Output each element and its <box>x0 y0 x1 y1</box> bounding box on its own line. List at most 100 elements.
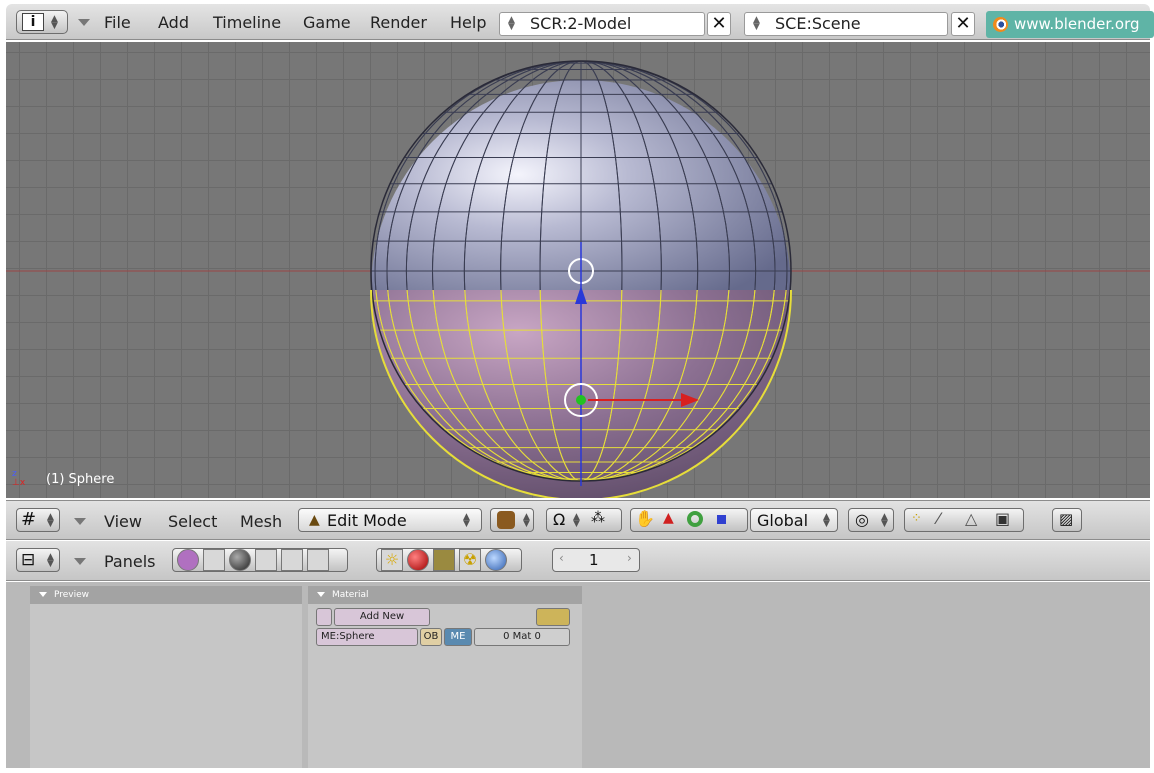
sub-context-buttons-group: ☼ ☢ <box>376 548 522 572</box>
3d-viewport[interactable]: z ⊥x (1) Sphere <box>6 42 1150 498</box>
rotate-icon[interactable] <box>687 511 703 527</box>
collapse-menu-icon[interactable] <box>74 518 86 525</box>
script-icon[interactable] <box>203 549 225 571</box>
editor-type-selector[interactable]: ⊟ ▲ ▼ <box>16 548 60 572</box>
info-icon: i <box>22 13 44 31</box>
material-icon[interactable] <box>407 549 429 571</box>
delete-screen-button[interactable]: ✕ <box>707 12 731 36</box>
menu-file[interactable]: File <box>104 13 131 32</box>
shading-icon[interactable] <box>229 549 251 571</box>
face-select-icon[interactable]: △ <box>965 509 977 528</box>
blender-website-link[interactable]: www.blender.org <box>986 11 1154 38</box>
menu-select[interactable]: Select <box>168 512 217 531</box>
updown-icon: ▲ ▼ <box>51 14 58 31</box>
screen-name: SCR:2-Model <box>530 14 632 33</box>
menu-view[interactable]: View <box>104 512 142 531</box>
menu-timeline[interactable]: Timeline <box>213 13 281 32</box>
scale-icon[interactable] <box>717 515 726 524</box>
preview-panel-header[interactable]: Preview <box>30 586 302 604</box>
collapse-menu-icon[interactable] <box>78 19 90 26</box>
axis-indicator: z ⊥x <box>12 469 26 488</box>
editing-icon[interactable] <box>281 549 303 571</box>
menu-game[interactable]: Game <box>303 13 351 32</box>
texture-icon[interactable] <box>433 549 455 571</box>
updown-icon: ▲ ▼ <box>508 15 515 32</box>
updown-icon: ▲ ▼ <box>881 512 888 529</box>
manipulator-center <box>576 395 586 405</box>
increment-icon[interactable]: › <box>627 551 632 565</box>
preview-panel-title: Preview <box>54 590 90 600</box>
solid-draw-icon <box>497 511 515 529</box>
material-browse-button[interactable] <box>316 608 332 626</box>
scene-icon[interactable] <box>307 549 329 571</box>
material-index-field[interactable]: 0 Mat 0 <box>474 628 570 646</box>
active-object-label: (1) Sphere <box>46 472 115 487</box>
edit-mode-icon: ▲ <box>309 512 320 528</box>
screen-selector[interactable]: ▲ ▼ SCR:2-Model <box>499 12 705 36</box>
panels-label: Panels <box>104 552 156 571</box>
updown-icon: ▲ ▼ <box>463 512 470 529</box>
link-to-mesh-button[interactable]: ME <box>444 628 472 646</box>
editor-type-selector[interactable]: # ▲ ▼ <box>16 508 60 532</box>
copy-paste-material-buttons[interactable] <box>536 608 570 626</box>
updown-icon: ▲ ▼ <box>823 512 830 529</box>
top-header: i ▲ ▼ File Add Timeline Game Render Help … <box>6 4 1154 40</box>
orientation-label: Global <box>757 511 809 530</box>
menu-add[interactable]: Add <box>158 13 189 32</box>
context-buttons-group <box>172 548 348 572</box>
link-to-object-button[interactable]: OB <box>420 628 442 646</box>
render-button[interactable]: ▨ <box>1052 508 1082 532</box>
scene-selector[interactable]: ▲ ▼ SCE:Scene <box>744 12 948 36</box>
menu-help[interactable]: Help <box>450 13 486 32</box>
snap-icon: ⁂ <box>591 510 605 526</box>
logic-icon[interactable] <box>177 549 199 571</box>
collapse-triangle-icon <box>317 592 325 597</box>
translate-icon[interactable]: ▲ <box>663 510 674 526</box>
mode-selector[interactable]: ▲ Edit Mode ▲ ▼ <box>298 508 482 532</box>
add-new-material-button[interactable]: Add New <box>334 608 430 626</box>
pivot-icon: Ω <box>553 510 566 529</box>
collapse-menu-icon[interactable] <box>74 558 86 565</box>
radiosity-icon[interactable]: ☢ <box>459 549 481 571</box>
sphere-scene <box>6 60 1150 498</box>
updown-icon: ▲ ▼ <box>753 15 760 32</box>
frame-value: 1 <box>589 551 599 569</box>
material-panel-header[interactable]: Material <box>308 586 582 604</box>
render-image-icon: ▨ <box>1059 510 1074 528</box>
menu-render[interactable]: Render <box>370 13 427 32</box>
select-mode-group: ⁘ ⁄ △ ▣ <box>904 508 1024 532</box>
proportional-icon: ◎ <box>855 510 869 529</box>
website-text: www.blender.org <box>1014 15 1140 33</box>
buttons-window-content: Preview Material Add New ME:Sphere OB ME… <box>6 582 1150 768</box>
mesh-name-field[interactable]: ME:Sphere <box>316 628 418 646</box>
material-panel-title: Material <box>332 590 369 600</box>
orientation-selector[interactable]: Global ▲ ▼ <box>750 508 838 532</box>
buttons-window-icon: ⊟ <box>21 550 36 570</box>
menu-mesh[interactable]: Mesh <box>240 512 282 531</box>
preview-panel: Preview <box>30 586 302 768</box>
occlude-geometry-icon[interactable]: ▣ <box>995 509 1010 528</box>
frame-counter[interactable]: ‹ 1 › <box>552 548 640 572</box>
vertex-select-icon[interactable]: ⁘ <box>911 511 922 526</box>
editor-type-selector[interactable]: i ▲ ▼ <box>16 10 68 34</box>
edge-select-icon[interactable]: ⁄ <box>937 509 940 528</box>
proportional-edit-selector[interactable]: ◎ ▲ ▼ <box>848 508 894 532</box>
material-panel: Material Add New ME:Sphere OB ME 0 Mat 0 <box>308 586 582 768</box>
object-icon[interactable] <box>255 549 277 571</box>
transform-manipulator-group: ✋ ▲ <box>630 508 748 532</box>
world-icon[interactable] <box>485 549 507 571</box>
buttons-window-header: ⊟ ▲ ▼ Panels ☼ ☢ ‹ 1 › <box>6 541 1150 581</box>
scene-name: SCE:Scene <box>775 14 861 33</box>
blender-logo-icon <box>993 17 1008 32</box>
pivot-selector[interactable]: Ω ▲ ▼ ⁂ <box>546 508 622 532</box>
delete-scene-button[interactable]: ✕ <box>951 12 975 36</box>
collapse-triangle-icon <box>39 592 47 597</box>
updown-icon: ▲ ▼ <box>47 512 54 529</box>
hand-icon[interactable]: ✋ <box>635 509 655 528</box>
updown-icon: ▲ ▼ <box>47 552 54 569</box>
draw-type-selector[interactable]: ▲ ▼ <box>490 508 534 532</box>
decrement-icon[interactable]: ‹ <box>559 551 564 565</box>
3d-view-header: # ▲ ▼ View Select Mesh ▲ Edit Mode ▲ ▼ ▲ ▼ … <box>6 500 1150 540</box>
lamp-icon[interactable]: ☼ <box>381 549 403 571</box>
updown-icon: ▲ ▼ <box>573 512 580 529</box>
